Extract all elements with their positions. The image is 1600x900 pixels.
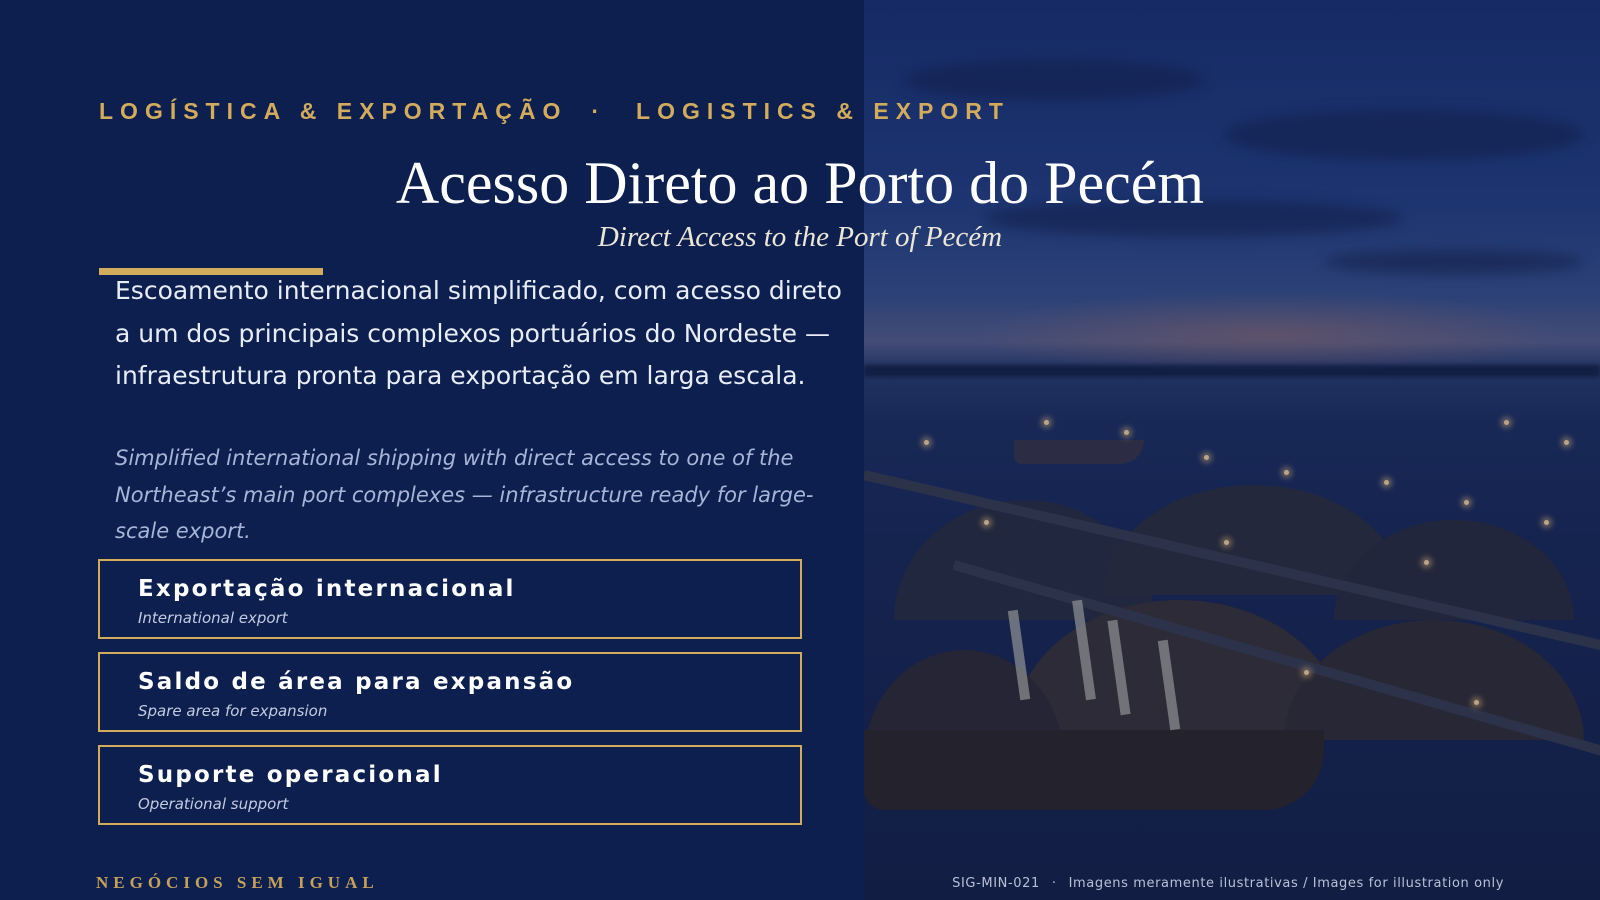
feature-subtitle: Operational support — [138, 795, 289, 813]
section-overline: LOGÍSTICA & EXPORTAÇÃO · LOGISTICS & EXPOR… — [99, 98, 1010, 125]
feature-title: Saldo de área para expansão — [138, 669, 575, 695]
description-en: Simplified international shipping with d… — [115, 446, 814, 543]
footer-note: SIG-MIN-021 · Imagens meramente ilustrativ… — [952, 876, 1504, 891]
feature-title: Suporte operacional — [138, 762, 443, 788]
feature-card-international-export: Exportação internacional International e… — [98, 559, 802, 639]
feature-card-operational-support: Suporte operacional Operational support — [98, 745, 802, 825]
footer-separator: · — [1051, 876, 1057, 891]
overline-separator: · — [591, 98, 607, 124]
overline-pt: LOGÍSTICA & EXPORTAÇÃO — [99, 98, 568, 124]
brand-wordmark: NEGÓCIOS SEM IGUAL — [96, 873, 379, 892]
feature-card-spare-area: Saldo de área para expansão Spare area f… — [98, 652, 802, 732]
slide-code: SIG-MIN-021 — [952, 876, 1040, 891]
port-at-dusk-image — [864, 0, 1600, 900]
feature-subtitle: International export — [138, 609, 288, 627]
page-subtitle: Direct Access to the Port of Pecém — [597, 221, 1003, 253]
feature-title: Exportação internacional — [138, 576, 516, 602]
feature-subtitle: Spare area for expansion — [138, 702, 328, 720]
image-disclaimer: Imagens meramente ilustrativas / Images … — [1068, 876, 1504, 891]
slide: LOGÍSTICA & EXPORTAÇÃO · LOGISTICS & EXPOR… — [0, 0, 1600, 900]
page-title: Acesso Direto ao Porto do Pecém — [395, 150, 1205, 216]
overline-en: LOGISTICS & EXPORT — [636, 98, 1010, 124]
description-pt: Escoamento internacional simplificado, c… — [115, 276, 842, 390]
